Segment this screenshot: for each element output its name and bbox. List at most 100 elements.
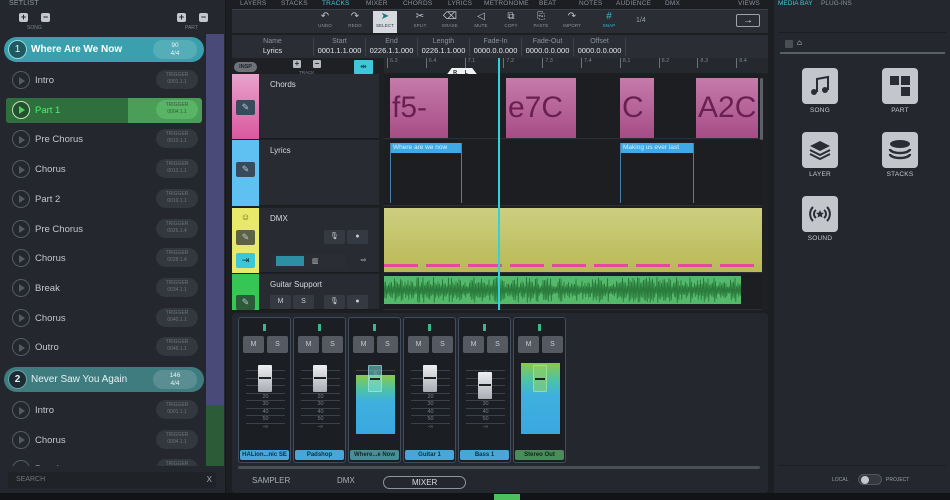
track-header[interactable]: Guitar Support M S 🎙 ● (259, 274, 379, 310)
channel-name[interactable]: Bass 1 (460, 450, 509, 460)
part-row[interactable]: Part 2 TRIGGER 0019.1.1 (6, 187, 202, 212)
chord-event[interactable]: e7C (506, 78, 576, 138)
play-icon[interactable] (12, 308, 30, 327)
play-icon[interactable] (12, 219, 30, 238)
channel-name[interactable]: Guitar 1 (405, 450, 454, 460)
input-icon[interactable]: ⇥ (236, 253, 255, 268)
views-menu[interactable]: VIEWS (738, 0, 760, 7)
tab-dmx[interactable]: DMX (337, 476, 355, 485)
record-button[interactable]: ● (347, 230, 368, 244)
channel-name[interactable]: Where...e Now (350, 450, 399, 460)
part-row[interactable]: Intro TRIGGER 0001.1.1 (6, 398, 202, 423)
play-icon[interactable] (12, 189, 30, 208)
channel-mute-button[interactable]: M (298, 336, 319, 353)
channel-name[interactable]: Padshop (295, 450, 344, 460)
chord-event[interactable]: A2C (696, 78, 758, 138)
dmx-automation-line[interactable] (384, 264, 762, 267)
add-part-button[interactable]: + (177, 13, 186, 22)
tab-layers[interactable]: LAYERS (240, 0, 266, 7)
tab-chords[interactable]: CHORDS (403, 0, 432, 7)
play-icon[interactable] (12, 278, 30, 297)
dmx-mode-a[interactable] (276, 256, 304, 266)
tab-audience[interactable]: AUDIENCE (616, 0, 651, 7)
copy-button[interactable]: ⧉ COPY (499, 11, 523, 33)
tab-mixer[interactable]: MIXER (383, 476, 467, 489)
setlist-scroll-rail[interactable] (206, 34, 224, 466)
channel-mute-button[interactable]: M (518, 336, 539, 353)
channel-mute-button[interactable]: M (463, 336, 484, 353)
media-layer[interactable]: LAYER (800, 132, 840, 178)
song-row[interactable]: 2 Never Saw You Again 146 4/4 (4, 367, 204, 392)
part-row[interactable]: Chorus TRIGGER 0040.1.1 (6, 306, 202, 331)
import-button[interactable]: ↷ IMPORT (560, 11, 584, 33)
chord-event[interactable]: C (620, 78, 654, 138)
play-icon[interactable] (12, 71, 30, 89)
play-icon[interactable] (12, 460, 30, 466)
part-row[interactable]: Chorus TRIGGER 0013.1.1 (6, 157, 202, 182)
lyric-event[interactable]: Where are we now (390, 143, 462, 203)
play-icon[interactable] (12, 401, 30, 419)
toggle-knob[interactable] (861, 476, 869, 484)
play-icon[interactable] (12, 338, 30, 357)
channel-mute-button[interactable]: M (243, 336, 264, 353)
tag-icon[interactable]: ✎ (236, 100, 255, 115)
select-checkbox[interactable] (785, 40, 793, 48)
solo-button[interactable]: S (293, 295, 314, 309)
part-row[interactable]: Outro TRIGGER 0046.1.1 (6, 335, 202, 360)
channel-solo-button[interactable]: S (377, 336, 398, 353)
next-arrow-button[interactable]: → (736, 14, 760, 27)
dmx-mode-b[interactable]: ▥ (312, 255, 319, 269)
toggle-switch[interactable] (858, 474, 882, 485)
play-icon[interactable] (12, 249, 30, 268)
add-track-button[interactable]: + (293, 60, 301, 68)
channel-solo-button[interactable]: S (432, 336, 453, 353)
tag-icon[interactable]: ✎ (236, 162, 255, 177)
redo-button[interactable]: ↷ REDO (343, 11, 367, 33)
trigger-badge[interactable]: TRIGGER 0019.1.1 (156, 188, 198, 208)
timeline-ruler[interactable]: 6.3 6.4 7.1 7.2 7.3 7.4 8.1 8.2 8.3 8.4 (384, 58, 768, 73)
trigger-badge[interactable]: TRIGGER 0004.1.1 (156, 99, 198, 119)
volume-fader[interactable] (258, 364, 272, 392)
channel-solo-button[interactable]: S (542, 336, 563, 353)
add-song-button[interactable]: + (19, 13, 28, 22)
info-fade-out[interactable]: Fade-Out 0000.0.0.000 (522, 38, 574, 56)
inspector-toggle[interactable]: INSP (234, 62, 257, 72)
remove-track-button[interactable]: − (313, 60, 321, 68)
tab-plug-ins[interactable]: PLUG-INS (821, 0, 852, 7)
channel-solo-button[interactable]: S (322, 336, 343, 353)
dmx-lane[interactable] (384, 208, 762, 273)
channel-mute-button[interactable]: M (408, 336, 429, 353)
audio-lane[interactable] (384, 274, 762, 310)
audio-waveform[interactable] (384, 276, 743, 304)
tab-mixer[interactable]: MIXER (366, 0, 388, 7)
trigger-badge[interactable]: TRIGGER 0001.1.1 (156, 400, 198, 419)
tab-beat[interactable]: BEAT (539, 0, 556, 7)
volume-fader[interactable] (478, 372, 492, 399)
part-row[interactable]: Part 1 TRIGGER 0004.1.1 (6, 97, 202, 123)
play-icon[interactable] (12, 130, 30, 149)
info-start[interactable]: Start 0001.1.1.000 (314, 38, 366, 56)
media-song[interactable]: SONG (800, 68, 840, 114)
track-header[interactable]: Lyrics (259, 140, 379, 206)
track-mode-button[interactable]: ⇹ (354, 60, 373, 74)
tab-lyrics[interactable]: LYRICS (448, 0, 472, 7)
part-row[interactable]: Break TRIGGER 0034.1.1 (6, 276, 202, 301)
erase-button[interactable]: ⌫ ERASE (438, 11, 462, 33)
tab-sampler[interactable]: SAMPLER (252, 476, 290, 485)
media-part[interactable]: PART (880, 68, 920, 114)
lyric-event[interactable]: Making us ever last (620, 143, 694, 203)
channel-solo-button[interactable]: S (487, 336, 508, 353)
select-button[interactable]: ➤ SELECT (373, 11, 397, 33)
media-sound[interactable]: SOUND (800, 196, 840, 242)
mute-button[interactable]: ◁ MUTE (469, 11, 493, 33)
track-header[interactable]: Chords (259, 74, 379, 139)
part-row[interactable]: Chorus TRIGGER 0004.1.1 (6, 428, 202, 453)
trigger-badge[interactable]: TRIGGER 0028.1.4 (156, 248, 198, 268)
part-row[interactable]: Pre Chorus TRIGGER 0010.1.1 (6, 127, 202, 152)
trigger-badge[interactable]: TRIGGER 0010.1.1 (156, 129, 198, 149)
chord-event[interactable]: f5- (390, 78, 448, 138)
play-icon[interactable] (12, 100, 30, 119)
tab-metronome[interactable]: METRONOME (484, 0, 529, 7)
channel-name[interactable]: Stereo Out (515, 450, 564, 460)
tracks-vertical-scrollbar[interactable] (760, 78, 763, 140)
